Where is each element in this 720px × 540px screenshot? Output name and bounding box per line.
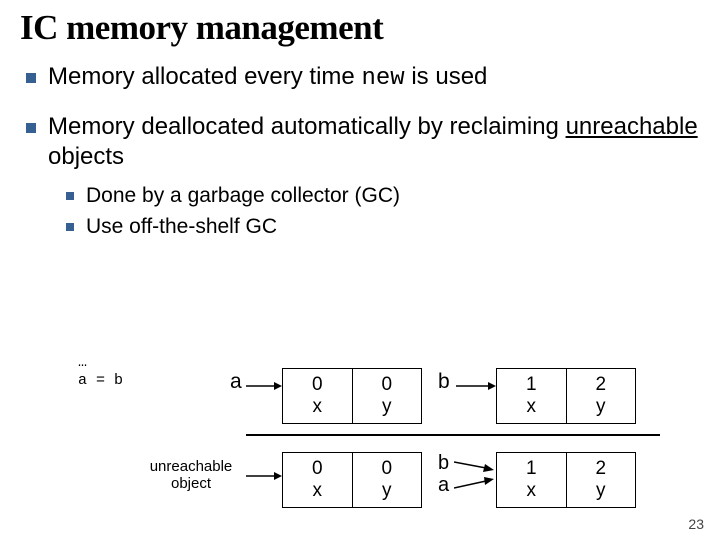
arrow-icon	[246, 470, 282, 482]
bullet-text: Memory deallocated automatically by recl…	[48, 113, 566, 140]
field-value: 2	[567, 458, 636, 480]
arrow-icon	[454, 476, 496, 494]
field-value: 1	[497, 458, 566, 480]
bullet-text: Memory allocated every time	[48, 63, 361, 90]
object-box-a: 0 x 0 y	[282, 368, 422, 424]
field-value: 1	[497, 374, 566, 396]
square-bullet-icon	[26, 73, 36, 83]
arrow-icon	[454, 456, 496, 474]
field-value: 0	[283, 374, 352, 396]
arrow-icon	[246, 380, 282, 392]
field-cell: 1 x	[497, 453, 567, 507]
divider-line	[246, 434, 660, 436]
field-cell: 1 x	[497, 369, 567, 423]
pointer-ab-labels: b a	[438, 452, 449, 496]
subbullet-item-2: Use off-the-shelf GC	[86, 213, 700, 240]
keyword-new: new	[361, 65, 404, 92]
label-line: object	[136, 475, 246, 492]
field-value: 0	[353, 458, 422, 480]
bullet-list-level2: Done by a garbage collector (GC) Use off…	[48, 182, 700, 241]
square-bullet-icon	[26, 123, 36, 133]
slide-title: IC memory management	[20, 8, 700, 48]
field-name: y	[567, 480, 636, 502]
code-line: a = b	[78, 372, 123, 390]
field-cell: 2 y	[567, 369, 636, 423]
field-name: x	[283, 396, 352, 418]
field-name: y	[353, 480, 422, 502]
field-cell: 2 y	[567, 453, 636, 507]
bullet-item-2: Memory deallocated automatically by recl…	[48, 112, 700, 241]
code-snippet: … a = b	[78, 354, 123, 390]
label-line: unreachable	[136, 458, 246, 475]
square-bullet-icon	[66, 223, 74, 231]
pointer-a-label: a	[438, 474, 449, 496]
field-value: 2	[567, 374, 636, 396]
field-name: y	[567, 396, 636, 418]
subbullet-text: Done by a garbage collector (GC)	[86, 184, 400, 207]
object-box-b: 1 x 2 y	[496, 452, 636, 508]
code-line: …	[78, 354, 123, 372]
object-box-a-unreachable: 0 x 0 y	[282, 452, 422, 508]
field-cell: 0 y	[353, 369, 422, 423]
field-cell: 0 x	[283, 453, 353, 507]
field-name: x	[497, 396, 566, 418]
bullet-text: objects	[48, 143, 124, 170]
field-name: x	[497, 480, 566, 502]
pointer-b-label: b	[438, 452, 449, 474]
field-value: 0	[353, 374, 422, 396]
bullet-text: is used	[405, 63, 488, 90]
field-name: y	[353, 396, 422, 418]
diagram-row-after: unreachable object 0 x 0 y b a	[0, 452, 720, 520]
page-number: 23	[688, 516, 704, 532]
underlined-word: unreachable	[566, 113, 698, 140]
arrow-icon	[456, 380, 496, 392]
pointer-b-label: b	[438, 370, 450, 394]
pointer-a-label: a	[230, 370, 242, 394]
object-box-b: 1 x 2 y	[496, 368, 636, 424]
field-cell: 0 y	[353, 453, 422, 507]
memory-diagram: … a = b a 0 x 0 y b 1 x	[0, 368, 720, 504]
square-bullet-icon	[66, 192, 74, 200]
unreachable-label: unreachable object	[136, 458, 246, 493]
field-value: 0	[283, 458, 352, 480]
field-cell: 0 x	[283, 369, 353, 423]
diagram-row-before: … a = b a 0 x 0 y b 1 x	[0, 368, 720, 436]
bullet-item-1: Memory allocated every time new is used	[48, 62, 700, 94]
subbullet-text: Use off-the-shelf GC	[86, 215, 277, 238]
field-name: x	[283, 480, 352, 502]
bullet-list-level1: Memory allocated every time new is used …	[20, 62, 700, 241]
subbullet-item-1: Done by a garbage collector (GC)	[86, 182, 700, 209]
